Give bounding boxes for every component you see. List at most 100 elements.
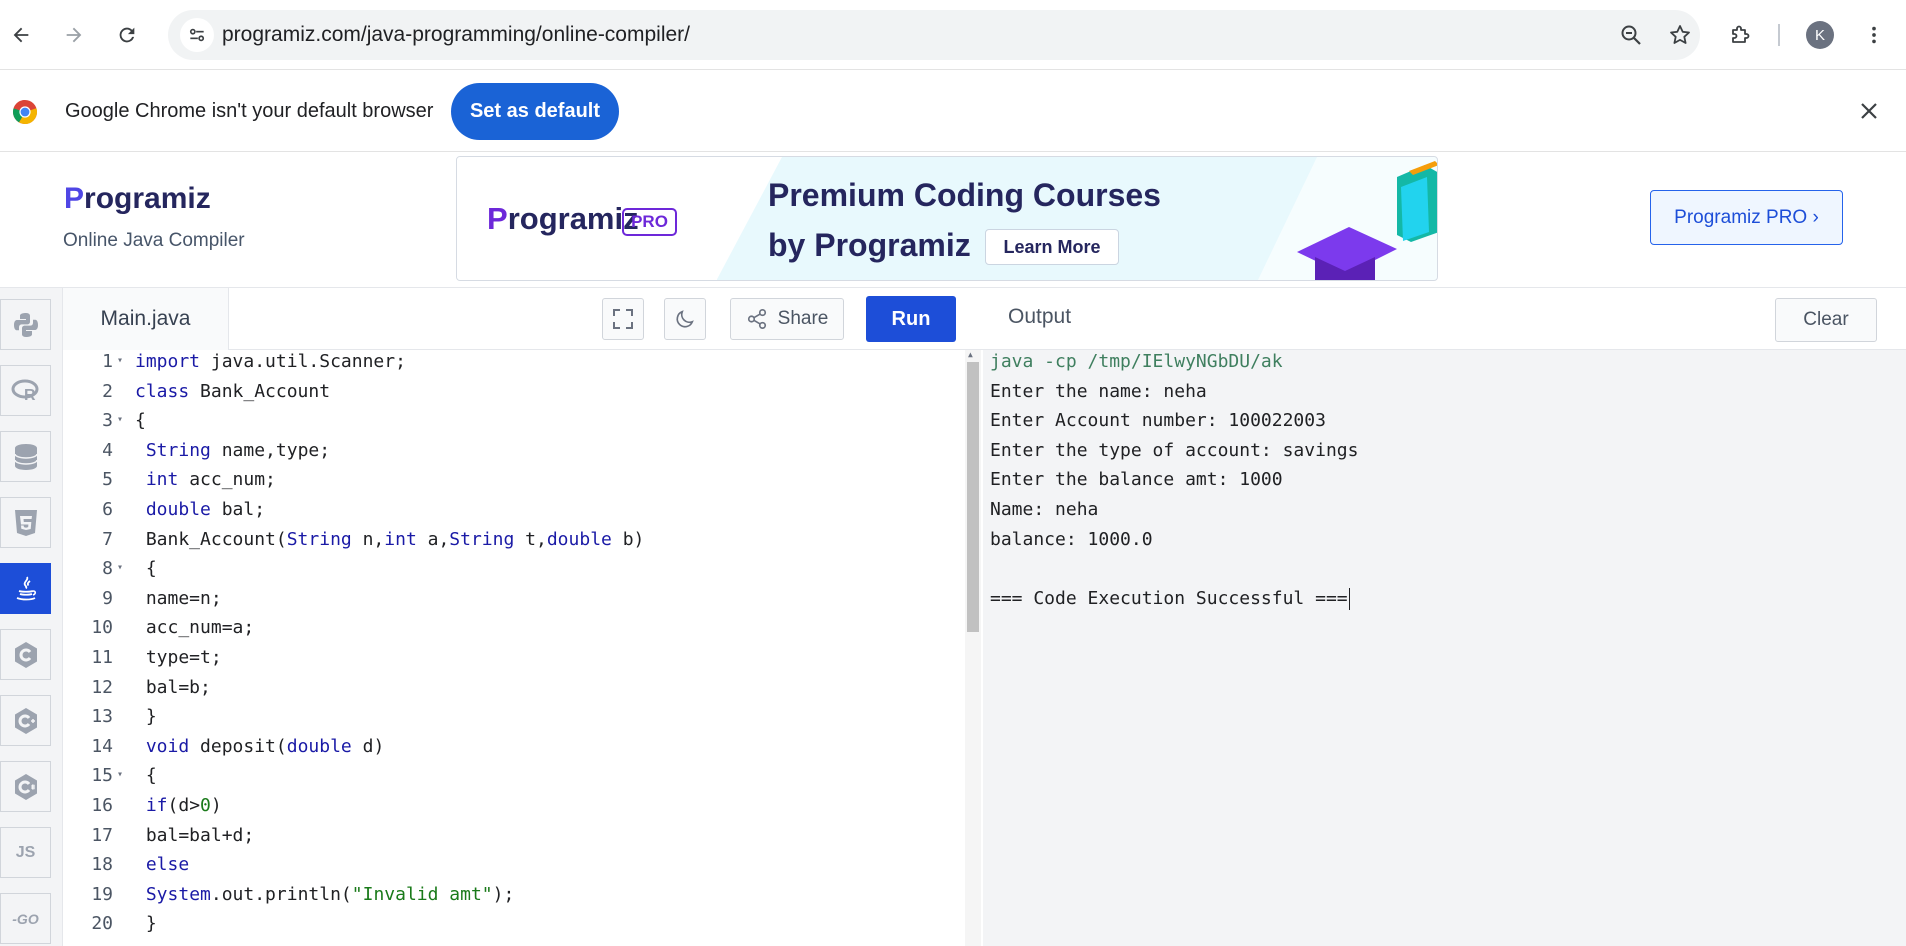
output-line: Name: neha [990,499,1099,520]
lang-python[interactable] [0,299,51,350]
lang-c[interactable] [0,629,51,680]
file-tab[interactable]: Main.java [63,288,229,350]
code-text: System.out.println("Invalid amt"); [145,883,515,905]
code-line[interactable]: 13 } [63,706,963,736]
line-number: 6 [102,499,113,520]
code-line[interactable]: 12 bal=b; [63,677,963,707]
code-line[interactable]: 16 if(d>0) [63,795,963,825]
output-console[interactable]: java -cp /tmp/IElwyNGbDU/ak Enter the nam… [983,350,1906,946]
star-icon [1670,25,1690,44]
lang-cpp[interactable] [0,695,51,746]
code-line[interactable]: 18 else [63,854,963,884]
line-number: 7 [102,528,113,550]
code-line[interactable]: 15 ▾ { [63,765,963,795]
profile-avatar[interactable]: K [1806,21,1834,49]
output-line: Enter the type of account: savings [990,439,1359,461]
infobar-close-button[interactable] [1852,94,1886,128]
forward-button[interactable] [57,18,91,52]
code-line[interactable]: 11 type=t; [63,647,963,677]
code-text: } [135,913,157,935]
code-text: void deposit(double d) [145,735,385,757]
line-number: 14 [91,735,113,757]
code-line[interactable]: 20 } [63,913,963,943]
output-command-line: java -cp /tmp/IElwyNGbDU/ak [990,351,1283,372]
chrome-logo-icon [13,100,37,124]
r-lang-icon: R [11,379,38,404]
code-line[interactable]: 10 acc_num=a; [63,617,963,647]
ad-banner[interactable]: Programiz PRO Premium Coding Courses by … [456,156,1438,281]
line-number: 10 [91,617,113,639]
fold-arrow-icon[interactable]: ▾ [117,562,123,573]
code-line[interactable]: 19 System.out.println("Invalid amt"); [63,884,963,914]
code-text: { [135,558,157,580]
code-text: class Bank_Account [135,380,331,402]
output-line: Enter the name: neha [990,380,1207,402]
reload-icon [119,27,135,43]
code-text: String name,type; [145,439,331,461]
chrome-menu-button[interactable] [1857,18,1891,52]
clear-button[interactable]: Clear [1775,298,1877,342]
programiz-logo[interactable]: Programiz [64,182,211,216]
dark-mode-button[interactable] [664,298,706,340]
code-text: { [135,765,157,787]
site-info-button[interactable] [180,18,214,52]
lang-java[interactable] [0,563,51,614]
bookmark-button[interactable] [1663,18,1697,52]
go-icon: -GO [12,910,39,927]
output-line: Enter Account number: 100022003 [990,410,1326,432]
lang-r[interactable]: R [0,365,51,416]
text-caret [1348,587,1350,610]
code-editor[interactable]: ▲ 1 ▾ import java.util.Scanner; 2 class Bank… [63,350,983,946]
html5-icon [14,509,37,536]
fullscreen-icon [613,309,633,329]
code-text: Bank_Account(String n,int a,String t,dou… [135,528,645,550]
line-number: 1 [102,351,113,372]
url-text[interactable]: programiz.com/java-programming/online-co… [222,23,690,47]
code-line[interactable]: 4 String name,type; [63,440,963,470]
tune-icon [189,28,205,42]
line-number: 19 [91,883,113,905]
code-line[interactable]: 1 ▾ import java.util.Scanner; [63,351,963,381]
run-button[interactable]: Run [866,296,956,342]
page-subtitle: Online Java Compiler [63,230,245,251]
editor-panel: Main.java Share Run ▲ 1 ▾ import java.util… [63,288,983,946]
lang-csharp[interactable] [0,761,51,812]
svg-text:R: R [24,387,36,404]
ad-learn-more-button[interactable]: Learn More [985,229,1119,265]
code-line[interactable]: 17 bal=bal+d; [63,825,963,855]
fold-arrow-icon[interactable]: ▾ [117,414,123,425]
set-as-default-button[interactable]: Set as default [451,83,619,140]
fold-arrow-icon[interactable]: ▾ [117,769,123,780]
line-number: 11 [91,647,113,668]
code-line[interactable]: 6 double bal; [63,499,963,529]
address-bar[interactable]: programiz.com/java-programming/online-co… [168,10,1700,60]
code-line[interactable]: 7 Bank_Account(String n,int a,String t,d… [63,529,963,559]
lang-html[interactable] [0,497,51,548]
reload-button[interactable] [110,18,144,52]
fullscreen-button[interactable] [602,298,644,340]
programiz-pro-button[interactable]: Programiz PRO › [1650,190,1843,245]
back-button[interactable] [4,18,38,52]
code-line[interactable]: 3 ▾ { [63,410,963,440]
share-button[interactable]: Share [730,298,844,340]
code-line[interactable]: 8 ▾ { [63,558,963,588]
toolbar-separator [1778,24,1780,46]
lang-go[interactable]: -GO [0,893,51,944]
zoom-button[interactable] [1614,18,1648,52]
ad-logo: Programiz [487,201,639,236]
code-line[interactable]: 14 void deposit(double d) [63,736,963,766]
code-text: if(d>0) [145,795,222,816]
extensions-button[interactable] [1723,18,1757,52]
ad-title-line1: Premium Coding Courses [768,177,1161,213]
code-text: import java.util.Scanner; [135,351,406,372]
code-line[interactable]: 2 class Bank_Account [63,381,963,411]
editor-scrollbar-thumb[interactable] [967,362,979,632]
code-line[interactable]: 9 name=n; [63,588,963,618]
line-number: 9 [102,587,113,609]
output-header: Output Clear [983,288,1906,350]
lang-sql[interactable] [0,431,51,482]
lang-javascript[interactable]: JS [0,827,51,878]
scroll-up-arrow-icon[interactable]: ▲ [968,350,973,359]
fold-arrow-icon[interactable]: ▾ [117,355,123,366]
code-line[interactable]: 5 int acc_num; [63,469,963,499]
